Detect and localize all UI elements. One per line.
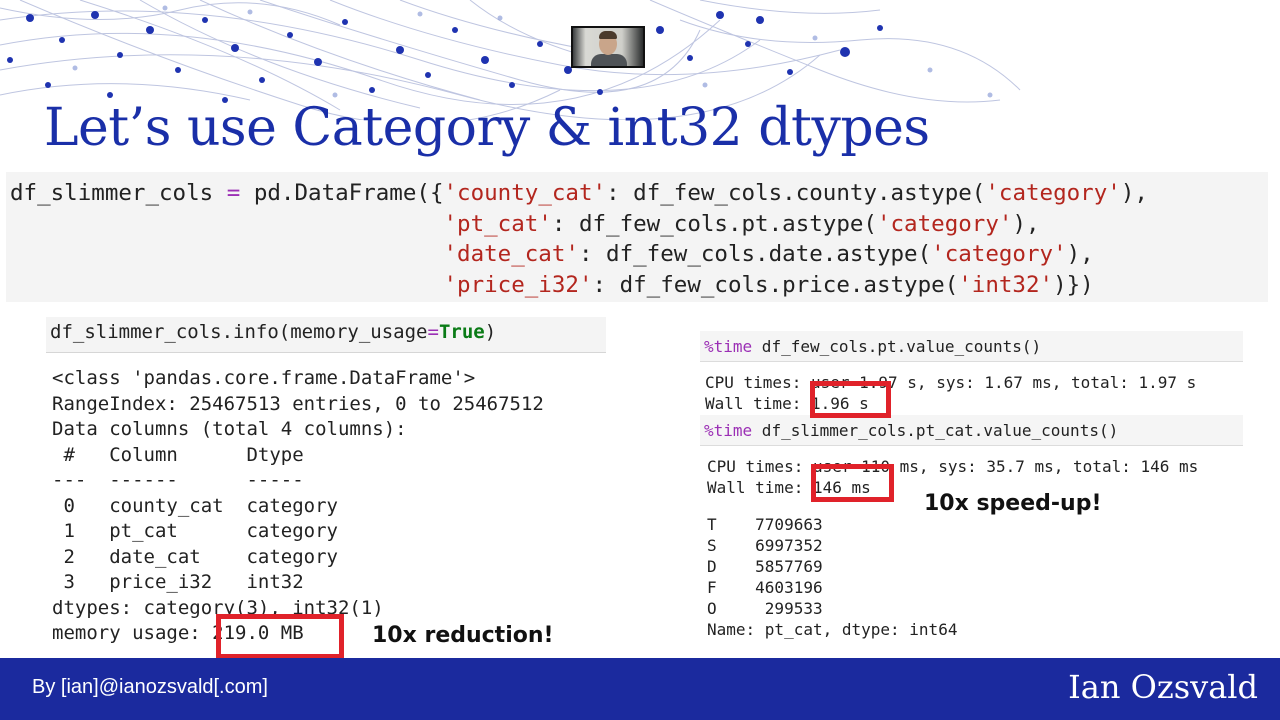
code-text: : df_few_cols.price.astype( <box>592 271 959 298</box>
time-output-pt: CPU times: user 1.97 s, sys: 1.67 ms, to… <box>705 373 1197 413</box>
code-text: )}) <box>1053 271 1094 298</box>
code-cell-time-pt: %time df_few_cols.pt.value_counts() <box>700 331 1243 362</box>
code-line-time-pt-cat: %time df_slimmer_cols.pt_cat.value_count… <box>704 421 1118 440</box>
footer-presenter-name: Ian Ozsvald <box>1068 668 1258 706</box>
info-call-equals: = <box>427 321 439 343</box>
code-operator: = <box>226 180 241 206</box>
code-text: : df_few_cols.date.astype( <box>578 241 932 267</box>
code-string: 'category' <box>985 180 1121 206</box>
info-output: <class 'pandas.core.frame.DataFrame'> Ra… <box>52 367 544 644</box>
info-call-prefix: df_slimmer_cols.info(memory_usage <box>50 321 428 343</box>
code-string: 'category' <box>931 241 1067 267</box>
time-magic: %time <box>704 337 753 356</box>
time-command: df_slimmer_cols.pt_cat.value_counts() <box>752 421 1119 440</box>
code-text: : df_few_cols.pt.astype( <box>551 210 877 237</box>
footer-contact: By [ian]@ianozsvald[.com] <box>32 676 268 698</box>
highlight-box-wall-time-1 <box>810 381 891 418</box>
slide-title: Let’s use Category & int32 dtypes <box>44 98 930 158</box>
code-line: df_slimmer_cols = pd.DataFrame({'county_… <box>10 178 1148 209</box>
code-line: 'pt_cat': df_few_cols.pt.astype('categor… <box>10 209 1148 240</box>
code-text: ), <box>1066 241 1094 267</box>
footer-bar: By [ian]@ianozsvald[.com] Ian Ozsvald <box>0 658 1280 720</box>
info-call-suffix: ) <box>484 321 497 343</box>
time-command: df_few_cols.pt.value_counts() <box>752 337 1042 356</box>
code-string: 'category' <box>876 210 1013 237</box>
code-line-info: df_slimmer_cols.info(memory_usage=True) <box>50 321 496 343</box>
code-text: ), <box>1012 210 1040 237</box>
callout-speedup: 10x speed-up! <box>924 491 1102 516</box>
code-string: 'int32' <box>958 271 1054 298</box>
info-call-keyword: True <box>438 321 485 343</box>
value-counts-output: T 7709663 S 6997352 D 5857769 F 4603196 … <box>707 515 958 639</box>
code-cell-dataframe-construction: df_slimmer_cols = pd.DataFrame({'county_… <box>6 172 1268 302</box>
code-cell-info-call: df_slimmer_cols.info(memory_usage=True) <box>46 317 606 353</box>
code-string: 'date_cat' <box>443 241 579 267</box>
presenter-webcam <box>571 26 645 68</box>
code-string: 'price_i32' <box>443 271 593 298</box>
code-line: 'date_cat': df_few_cols.date.astype('cat… <box>10 239 1148 270</box>
code-text: ), <box>1120 180 1148 206</box>
code-text: df_slimmer_cols <box>10 180 227 206</box>
code-text: : df_few_cols.county.astype( <box>606 180 986 206</box>
code-string: 'county_cat' <box>443 180 607 206</box>
code-text: pd.DataFrame({ <box>240 180 444 206</box>
code-block-main: df_slimmer_cols = pd.DataFrame({'county_… <box>10 178 1148 300</box>
highlight-box-wall-time-2 <box>811 464 894 502</box>
code-line: 'price_i32': df_few_cols.price.astype('i… <box>10 270 1148 301</box>
code-cell-time-pt-cat: %time df_slimmer_cols.pt_cat.value_count… <box>700 415 1243 446</box>
highlight-box-memory-usage <box>216 614 344 659</box>
code-string: 'pt_cat' <box>443 210 552 237</box>
time-magic: %time <box>704 421 753 440</box>
code-line-time-pt: %time df_few_cols.pt.value_counts() <box>704 337 1041 356</box>
callout-reduction: 10x reduction! <box>372 623 554 648</box>
